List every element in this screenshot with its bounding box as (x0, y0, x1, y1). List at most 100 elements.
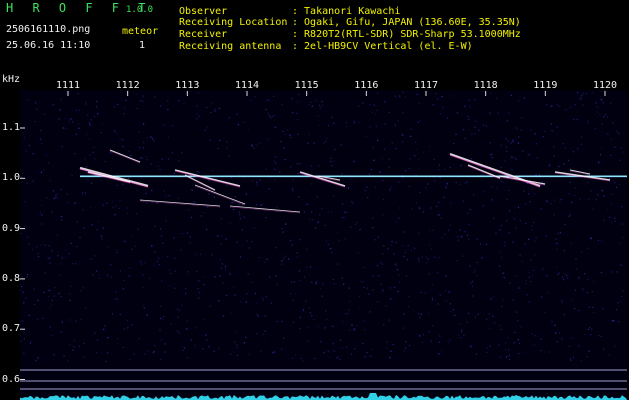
noise-dot (364, 190, 366, 192)
noise-dot (586, 292, 588, 294)
noise-dot (553, 214, 555, 216)
noise-dot (584, 333, 586, 335)
noise-dot (236, 113, 238, 115)
noise-dot (208, 193, 210, 195)
noise-dot (563, 163, 565, 165)
noise-dot (264, 261, 266, 263)
noise-dot (431, 299, 434, 301)
noise-dot (353, 160, 355, 162)
noise-dot (322, 104, 324, 107)
noise-dot (153, 264, 155, 266)
noise-dot (513, 342, 515, 344)
noise-dot (287, 129, 289, 131)
noise-dot (114, 214, 116, 216)
noise-dot (399, 207, 401, 209)
noise-dot (246, 293, 248, 295)
noise-dot (142, 274, 144, 276)
noise-dot (523, 97, 525, 99)
noise-dot (190, 216, 193, 219)
noise-dot (198, 115, 200, 117)
noise-dot (578, 345, 580, 347)
noise-dot (390, 287, 392, 289)
noise-dot (503, 244, 505, 247)
noise-dot (452, 309, 454, 311)
noise-dot (220, 267, 222, 269)
noise-dot (611, 320, 613, 322)
noise-dot (320, 288, 322, 290)
noise-dot (530, 129, 532, 131)
noise-dot (476, 238, 478, 240)
noise-dot (274, 178, 276, 180)
noise-dot (94, 255, 96, 257)
noise-dot (504, 160, 506, 162)
noise-dot (323, 142, 325, 144)
noise-dot (239, 214, 241, 216)
noise-dot (64, 117, 66, 119)
noise-dot (33, 288, 35, 290)
noise-dot (311, 183, 313, 185)
noise-dot (196, 270, 198, 272)
noise-dot (297, 173, 299, 175)
noise-dot (296, 252, 298, 254)
noise-dot (59, 274, 61, 276)
noise-dot (146, 137, 148, 139)
noise-dot (586, 356, 588, 358)
noise-dot (276, 206, 278, 208)
noise-dot (170, 272, 172, 274)
noise-dot (576, 118, 578, 120)
noise-dot (531, 333, 533, 335)
noise-dot (251, 144, 253, 146)
noise-dot (568, 345, 570, 348)
noise-dot (133, 353, 135, 355)
noise-dot (341, 347, 343, 349)
noise-dot (469, 208, 471, 211)
noise-dot (590, 190, 592, 192)
noise-dot (555, 332, 557, 334)
noise-dot (571, 201, 573, 204)
noise-dot (508, 232, 510, 234)
noise-dot (568, 159, 570, 162)
noise-dot (129, 359, 131, 361)
noise-dot (404, 252, 406, 254)
noise-dot (568, 215, 570, 217)
noise-dot (48, 290, 50, 292)
noise-dot (382, 289, 384, 291)
noise-dot (399, 96, 401, 98)
noise-dot (426, 261, 428, 263)
noise-dot (489, 154, 491, 156)
noise-dot (533, 344, 536, 346)
noise-dot (457, 239, 459, 241)
noise-dot (144, 353, 146, 355)
noise-dot (36, 108, 38, 110)
noise-dot (534, 193, 536, 195)
noise-dot (364, 356, 366, 358)
noise-dot (470, 158, 473, 160)
noise-dot (64, 249, 67, 251)
noise-dot (432, 104, 434, 106)
noise-dot (83, 227, 85, 229)
noise-dot (481, 257, 483, 259)
noise-dot (86, 114, 88, 116)
noise-dot (183, 103, 185, 105)
noise-dot (429, 146, 431, 148)
noise-dot (587, 182, 589, 184)
noise-dot (524, 243, 526, 245)
noise-dot (604, 195, 606, 197)
noise-dot (504, 349, 507, 351)
noise-dot (366, 186, 368, 188)
noise-dot (65, 256, 67, 258)
noise-dot (517, 339, 519, 341)
noise-dot (561, 276, 564, 278)
noise-dot (572, 356, 575, 358)
noise-dot (496, 187, 498, 189)
noise-dot (457, 236, 459, 238)
noise-dot (607, 116, 609, 118)
noise-dot (445, 275, 447, 277)
noise-dot (409, 158, 411, 160)
noise-dot (44, 272, 46, 274)
noise-dot (483, 124, 485, 126)
noise-dot (399, 281, 401, 283)
noise-dot (236, 241, 238, 243)
noise-dot (145, 156, 147, 158)
noise-dot (614, 345, 616, 347)
